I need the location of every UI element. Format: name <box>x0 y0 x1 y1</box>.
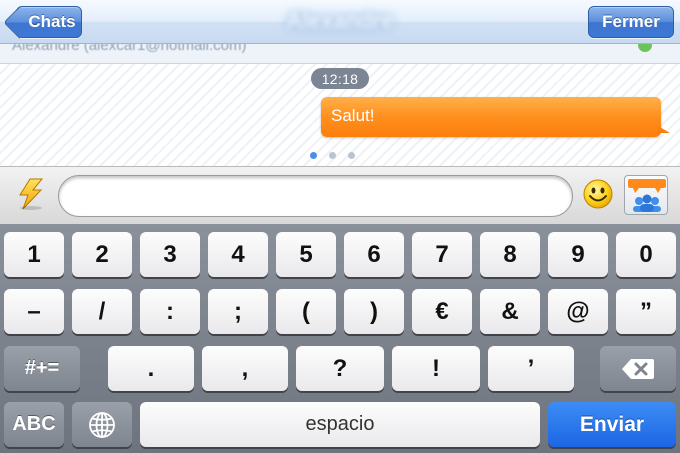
conversation-title: Alexandre <box>286 8 394 33</box>
key-0[interactable]: 0 <box>616 232 676 277</box>
key-colon[interactable]: : <box>140 289 200 334</box>
group-chat-icon <box>628 179 666 212</box>
key-2[interactable]: 2 <box>72 232 132 277</box>
chat-area[interactable]: 12:18 Salut! <box>0 64 680 166</box>
page-dot-3[interactable] <box>348 152 355 159</box>
page-dot-2[interactable] <box>329 152 336 159</box>
flash-icon[interactable] <box>17 177 45 211</box>
key-exclamation[interactable]: ! <box>392 346 480 391</box>
navigation-bar: Chats Alexandre Fermer <box>0 0 680 44</box>
key-1[interactable]: 1 <box>4 232 64 277</box>
backspace-key[interactable] <box>600 346 676 391</box>
key-ampersand[interactable]: & <box>480 289 540 334</box>
globe-icon <box>89 411 115 438</box>
abc-key[interactable]: ABC <box>4 402 64 447</box>
chats-back-label: Chats <box>28 12 76 31</box>
key-slash[interactable]: / <box>72 289 132 334</box>
message-text: Salut! <box>331 106 375 125</box>
chats-back-button[interactable]: Chats <box>16 6 82 38</box>
key-9[interactable]: 9 <box>548 232 608 277</box>
online-status-icon <box>638 44 652 52</box>
close-button-label: Fermer <box>602 12 660 31</box>
close-button[interactable]: Fermer <box>588 6 674 38</box>
key-4[interactable]: 4 <box>208 232 268 277</box>
key-dash[interactable]: – <box>4 289 64 334</box>
key-quote[interactable]: ” <box>616 289 676 334</box>
send-key[interactable]: Enviar <box>548 402 676 447</box>
page-dot-1[interactable] <box>310 152 317 159</box>
keyboard: 1 2 3 4 5 6 7 8 9 0 – / : ; ( ) € & @ ” … <box>0 224 680 453</box>
key-semicolon[interactable]: ; <box>208 289 268 334</box>
space-key[interactable]: espacio <box>140 402 540 447</box>
globe-key[interactable] <box>72 402 132 447</box>
key-8[interactable]: 8 <box>480 232 540 277</box>
key-apostrophe[interactable]: ’ <box>488 346 574 391</box>
smiley-icon[interactable] <box>582 178 614 210</box>
key-euro[interactable]: € <box>412 289 472 334</box>
key-open-paren[interactable]: ( <box>276 289 336 334</box>
message-input[interactable] <box>58 175 573 217</box>
page-indicator[interactable] <box>310 152 355 159</box>
contact-line: Alexandre (alexcar1@hotmail.com) <box>12 44 247 54</box>
key-period[interactable]: . <box>108 346 194 391</box>
key-3[interactable]: 3 <box>140 232 200 277</box>
outgoing-message-bubble[interactable]: Salut! <box>321 97 670 137</box>
backspace-icon <box>622 358 654 379</box>
key-5[interactable]: 5 <box>276 232 336 277</box>
group-chat-button[interactable] <box>624 175 668 215</box>
key-question[interactable]: ? <box>296 346 384 391</box>
key-close-paren[interactable]: ) <box>344 289 404 334</box>
key-more-symbols[interactable]: #+= <box>4 346 80 391</box>
key-comma[interactable]: , <box>202 346 288 391</box>
message-timestamp: 12:18 <box>311 68 369 89</box>
message-input-bar <box>0 166 680 224</box>
key-at[interactable]: @ <box>548 289 608 334</box>
key-7[interactable]: 7 <box>412 232 472 277</box>
key-6[interactable]: 6 <box>344 232 404 277</box>
contact-strip: Alexandre (alexcar1@hotmail.com) <box>0 44 680 64</box>
